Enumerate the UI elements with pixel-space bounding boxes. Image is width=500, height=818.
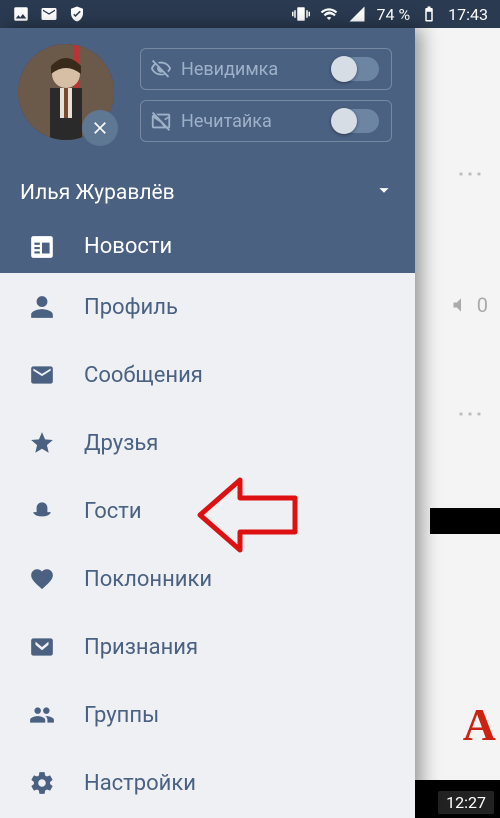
nav-friends[interactable]: Друзья <box>0 409 415 477</box>
close-icon[interactable] <box>82 110 118 146</box>
star-icon <box>0 430 84 456</box>
hat-icon <box>0 498 84 524</box>
gear-icon <box>0 770 84 796</box>
video-duration: 12:27 <box>438 791 494 814</box>
account-switcher[interactable]: Илья Журавлёв <box>0 166 415 220</box>
heart-icon <box>0 566 84 592</box>
nav-news[interactable]: Новости <box>0 220 415 273</box>
more-icon[interactable]: ⋮ <box>455 161 485 185</box>
noread-toggle[interactable]: Нечитайка <box>140 100 392 142</box>
mute-count: 0 <box>451 293 488 317</box>
vibrate-icon <box>292 5 310 23</box>
nav-groups[interactable]: Группы <box>0 681 415 749</box>
nav-settings[interactable]: Настройки <box>0 749 415 817</box>
nav-profile[interactable]: Профиль <box>0 273 415 341</box>
shield-icon <box>68 5 86 23</box>
annotation-arrow <box>195 470 305 564</box>
nav-label: Друзья <box>84 431 158 456</box>
nav-label: Признания <box>84 635 198 660</box>
image-icon <box>12 5 30 23</box>
nav-label: Группы <box>84 703 159 728</box>
battery-percent: 74 % <box>376 5 410 24</box>
switch-off[interactable] <box>333 109 379 133</box>
nav-label: Поклонники <box>84 567 212 592</box>
red-letter: А <box>463 698 496 751</box>
nav-confessions[interactable]: Признания <box>0 613 415 681</box>
more-icon[interactable]: ⋮ <box>455 401 485 425</box>
nav-label: Новости <box>84 234 172 259</box>
chevron-down-icon <box>373 179 395 207</box>
mail-icon <box>40 5 58 23</box>
status-bar: 74 % 17:43 <box>0 0 500 28</box>
envelope-icon <box>0 362 84 388</box>
battery-icon <box>420 5 438 23</box>
signal-icon <box>348 5 366 23</box>
group-icon <box>0 702 84 728</box>
mail-off-icon <box>141 110 181 132</box>
heart-mail-icon <box>0 634 84 660</box>
user-name: Илья Журавлёв <box>20 181 175 205</box>
toggle-label: Невидимка <box>181 59 333 80</box>
drawer-header: Невидимка Нечитайка Илья Журавлёв Новост… <box>0 28 415 273</box>
wifi-icon <box>320 5 338 23</box>
person-icon <box>0 294 84 320</box>
toggle-label: Нечитайка <box>181 111 333 132</box>
news-icon <box>0 234 84 260</box>
content-behind-drawer: ⋮ 0 ⋮ А 12:27 <box>415 28 500 818</box>
eye-off-icon <box>141 58 181 80</box>
nav-messages[interactable]: Сообщения <box>0 341 415 409</box>
nav-label: Гости <box>84 499 142 524</box>
switch-off[interactable] <box>333 57 379 81</box>
side-drawer: Невидимка Нечитайка Илья Журавлёв Новост… <box>0 28 415 818</box>
invisibility-toggle[interactable]: Невидимка <box>140 48 392 90</box>
nav-label: Сообщения <box>84 363 203 388</box>
clock-text: 17:43 <box>448 5 488 24</box>
thumbnail-bar <box>430 508 500 534</box>
nav-label: Профиль <box>84 295 178 320</box>
nav-label: Настройки <box>84 771 196 796</box>
